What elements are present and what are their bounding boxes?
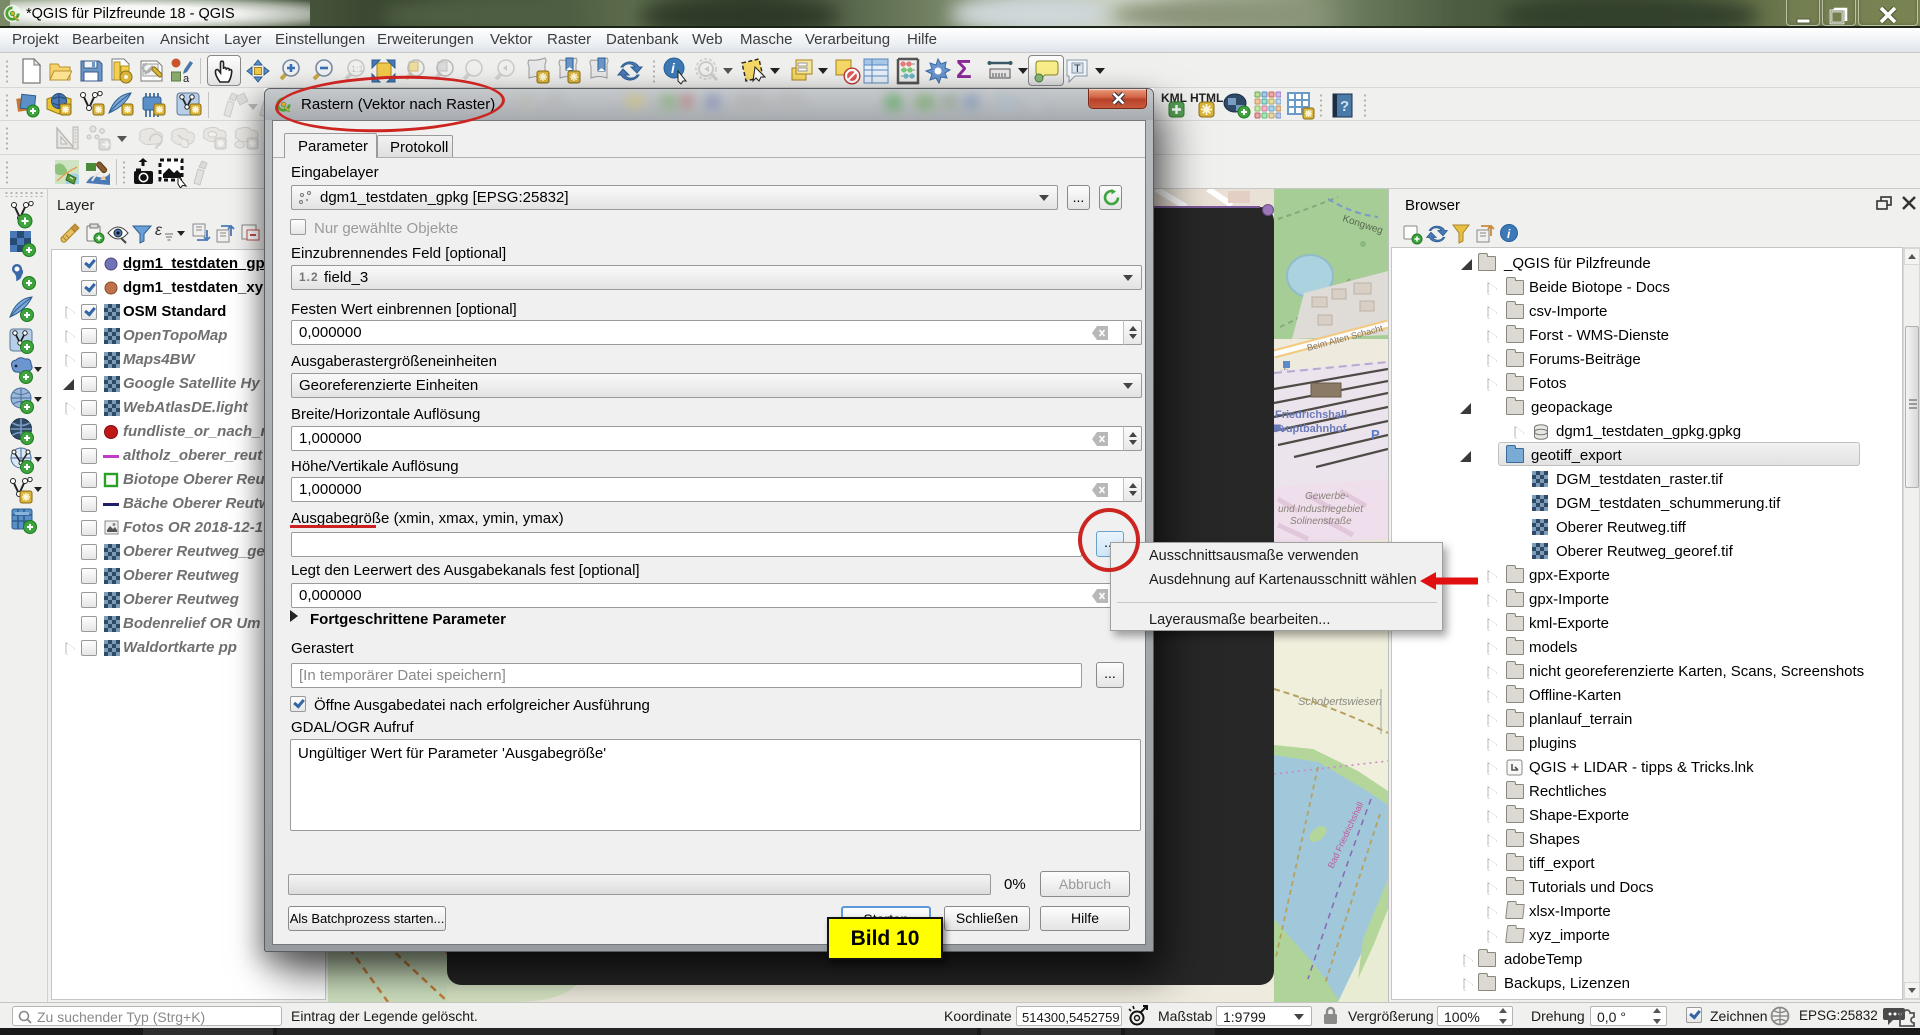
svg-text:T: T (1074, 63, 1081, 75)
svg-text:Gewerbe-: Gewerbe- (1305, 491, 1350, 502)
svg-text:Solinenstraße: Solinenstraße (1290, 516, 1352, 527)
svg-text:⛟uptbahnhof: ⛟uptbahnhof (1272, 423, 1347, 435)
svg-text:P: P (1371, 427, 1380, 442)
svg-text:Schobertswiesen: Schobertswiesen (1298, 696, 1382, 708)
svg-text:Friedrichshall: Friedrichshall (1275, 409, 1347, 421)
svg-text:?: ? (1340, 98, 1349, 115)
svg-text:1:1: 1:1 (351, 64, 364, 74)
svg-text:a: a (183, 73, 190, 84)
svg-text:und Industriegebiet: und Industriegebiet (1278, 504, 1364, 515)
